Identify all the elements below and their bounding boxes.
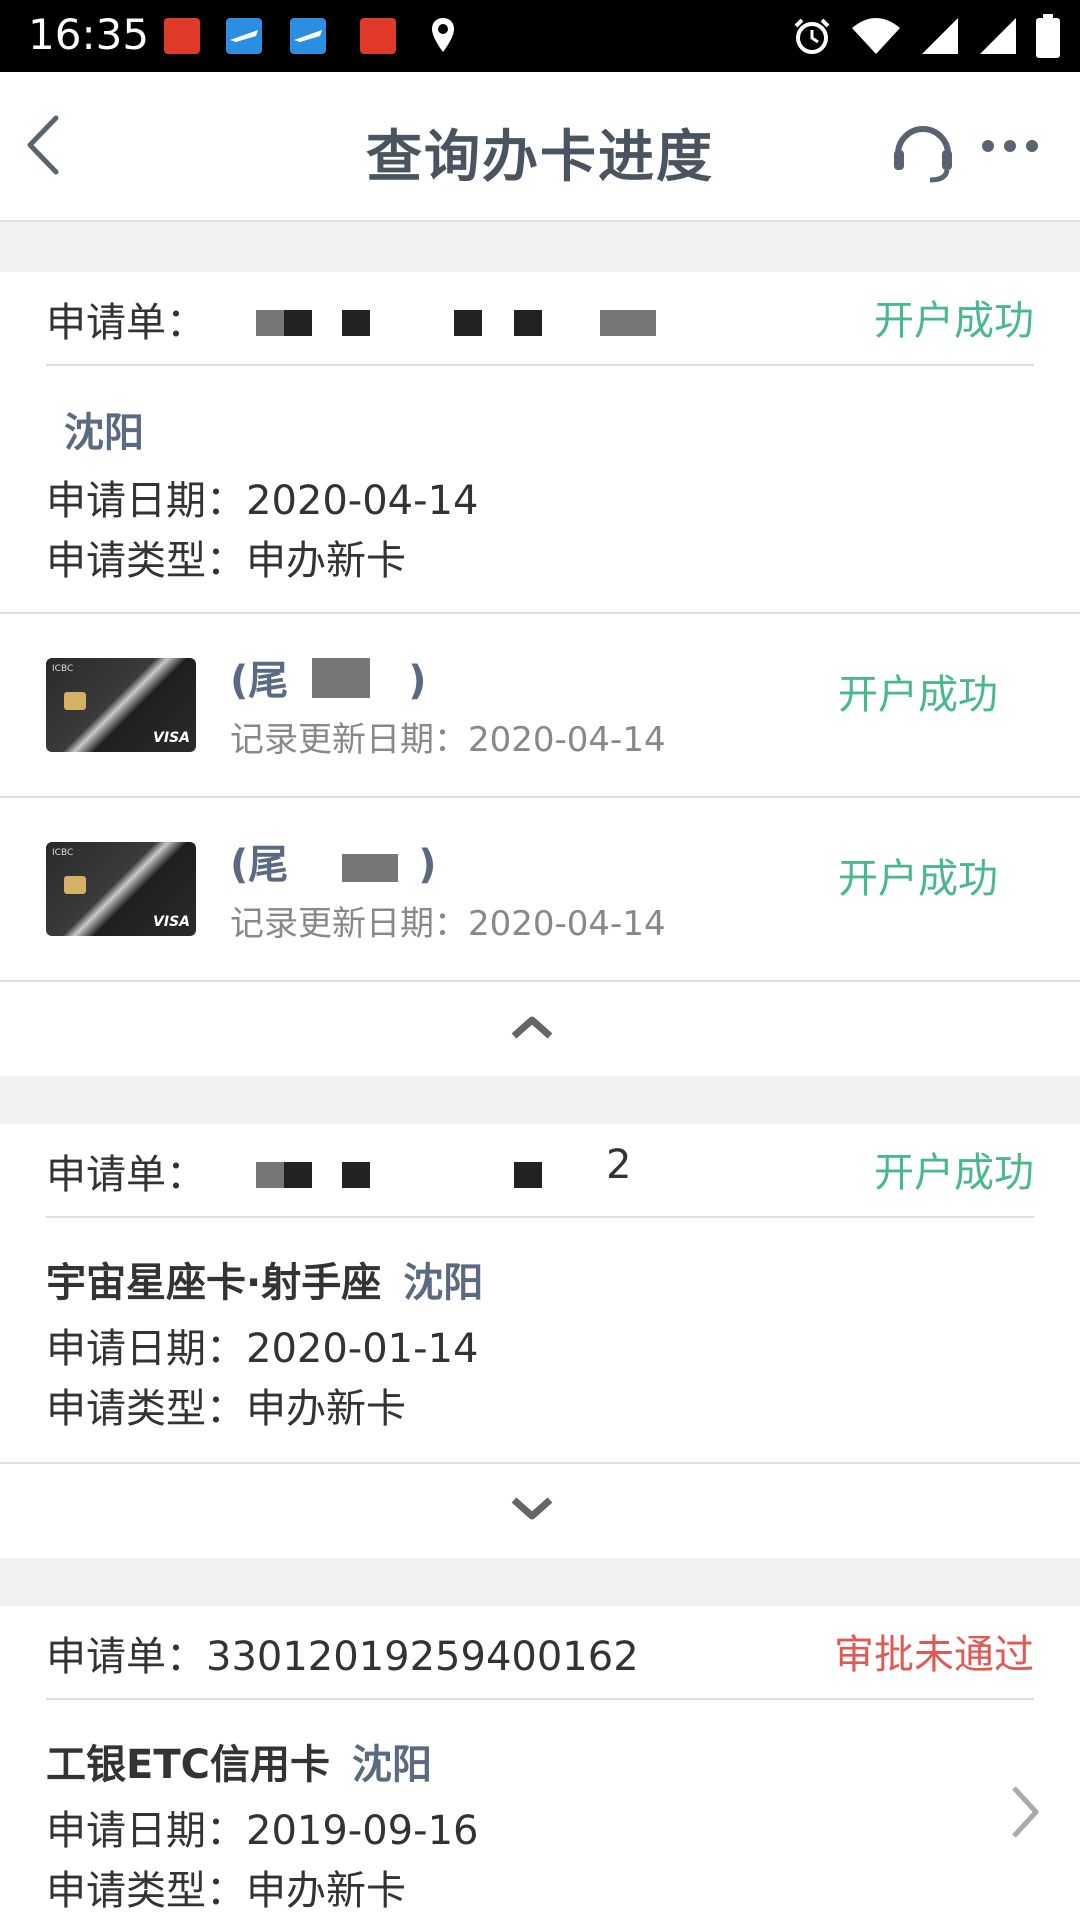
signal-icon xyxy=(922,18,958,54)
redacted-mark xyxy=(514,1162,542,1188)
chevron-right-icon[interactable] xyxy=(1008,1782,1042,1842)
card-name-line: 宇宙星座卡·射手座 沈阳 xyxy=(46,1250,483,1308)
status-icons xyxy=(792,14,1060,58)
card-city: 沈阳 xyxy=(64,410,144,456)
card-name: 宇宙星座卡·射手座 xyxy=(46,1260,382,1306)
application-header: 申请单： 开户成功 xyxy=(46,272,1034,366)
card-chip xyxy=(64,876,86,894)
application-type: 申请类型：申办新卡 xyxy=(46,1868,406,1914)
record-update-date: 记录更新日期：2020-04-14 xyxy=(230,720,666,760)
application-number-suffix: 2 xyxy=(606,1142,632,1188)
record-update-date: 记录更新日期：2020-04-14 xyxy=(230,904,666,944)
bank-logo-text: ICBC xyxy=(52,848,74,858)
application-header: 申请单：33012019259400162 审批未通过 xyxy=(46,1606,1034,1700)
status-badge: 开户成功 xyxy=(874,1150,1034,1196)
application-date: 申请日期：2020-04-14 xyxy=(46,478,479,524)
nav-bar: 查询办卡进度 xyxy=(0,72,1080,222)
redacted-mark xyxy=(284,310,312,336)
wifi-icon xyxy=(852,18,900,54)
redacted-mark xyxy=(514,310,542,336)
card-city: 沈阳 xyxy=(403,1260,484,1306)
application-number: 申请单：33012019259400162 xyxy=(46,1634,639,1680)
redacted-mark xyxy=(600,310,656,336)
application-number-label: 申请单： xyxy=(46,1152,206,1198)
redacted-mark xyxy=(342,1162,370,1188)
card-record-row[interactable]: ICBC VISA (尾) 记录更新日期：2020-04-14 开户成功 xyxy=(0,614,1080,796)
redacted-mark xyxy=(256,1162,284,1188)
app-icon-red xyxy=(360,18,396,54)
redacted-mark xyxy=(342,310,370,336)
status-badge: 开户成功 xyxy=(874,298,1034,344)
redacted-mark xyxy=(284,1162,312,1188)
status-badge: 审批未通过 xyxy=(834,1632,1034,1678)
redacted-mark xyxy=(454,310,482,336)
application-header: 申请单： 2 开户成功 xyxy=(46,1124,1034,1218)
visa-logo: VISA xyxy=(153,914,190,930)
redacted-mark xyxy=(312,658,370,698)
application-type: 申请类型：申办新卡 xyxy=(46,538,406,584)
redacted-mark xyxy=(342,854,398,882)
flight-app-icon xyxy=(226,18,262,54)
expand-toggle[interactable] xyxy=(0,1464,1080,1558)
credit-card-image: ICBC VISA xyxy=(46,658,196,752)
more-icon[interactable] xyxy=(980,134,1040,158)
visa-logo: VISA xyxy=(153,730,190,746)
card-chip xyxy=(64,692,86,710)
card-name: 工银ETC信用卡 xyxy=(46,1742,330,1788)
headset-icon[interactable] xyxy=(888,116,958,186)
alarm-icon xyxy=(794,18,830,54)
card-record-row[interactable]: ICBC VISA (尾) 记录更新日期：2020-04-14 开户成功 xyxy=(0,798,1080,980)
flight-app-icon xyxy=(290,18,326,54)
card-city: 沈阳 xyxy=(351,1742,432,1788)
redacted-mark xyxy=(256,310,284,336)
application-card: 申请单： 2 开户成功 宇宙星座卡·射手座 沈阳 申请日期：2020-01-14 … xyxy=(0,1124,1080,1462)
status-badge: 开户成功 xyxy=(838,672,998,718)
application-date: 申请日期：2019-09-16 xyxy=(46,1808,479,1854)
app-icon-red xyxy=(164,18,200,54)
status-badge: 开户成功 xyxy=(838,856,998,902)
card-name-line: 工银ETC信用卡 沈阳 xyxy=(46,1732,432,1790)
status-time: 16:35 xyxy=(28,10,150,59)
credit-card-image: ICBC VISA xyxy=(46,842,196,936)
application-type: 申请类型：申办新卡 xyxy=(46,1386,406,1432)
battery-icon xyxy=(1036,14,1060,58)
status-bar: 16:35 xyxy=(0,0,1080,72)
chevron-down-icon xyxy=(511,1497,553,1520)
bank-logo-text: ICBC xyxy=(52,664,74,674)
application-number-label: 申请单： xyxy=(46,300,206,346)
location-icon xyxy=(432,18,454,52)
collapse-toggle[interactable] xyxy=(0,982,1080,1076)
application-card: 申请单： 开户成功 沈阳 申请日期：2020-04-14 申请类型：申办新卡 xyxy=(0,272,1080,612)
signal-icon xyxy=(980,18,1016,54)
application-card[interactable]: 申请单：33012019259400162 审批未通过 工银ETC信用卡 沈阳 申… xyxy=(0,1606,1080,1920)
card-tail-number: (尾) xyxy=(230,842,437,888)
application-date: 申请日期：2020-01-14 xyxy=(46,1326,479,1372)
chevron-up-icon xyxy=(511,1016,553,1039)
